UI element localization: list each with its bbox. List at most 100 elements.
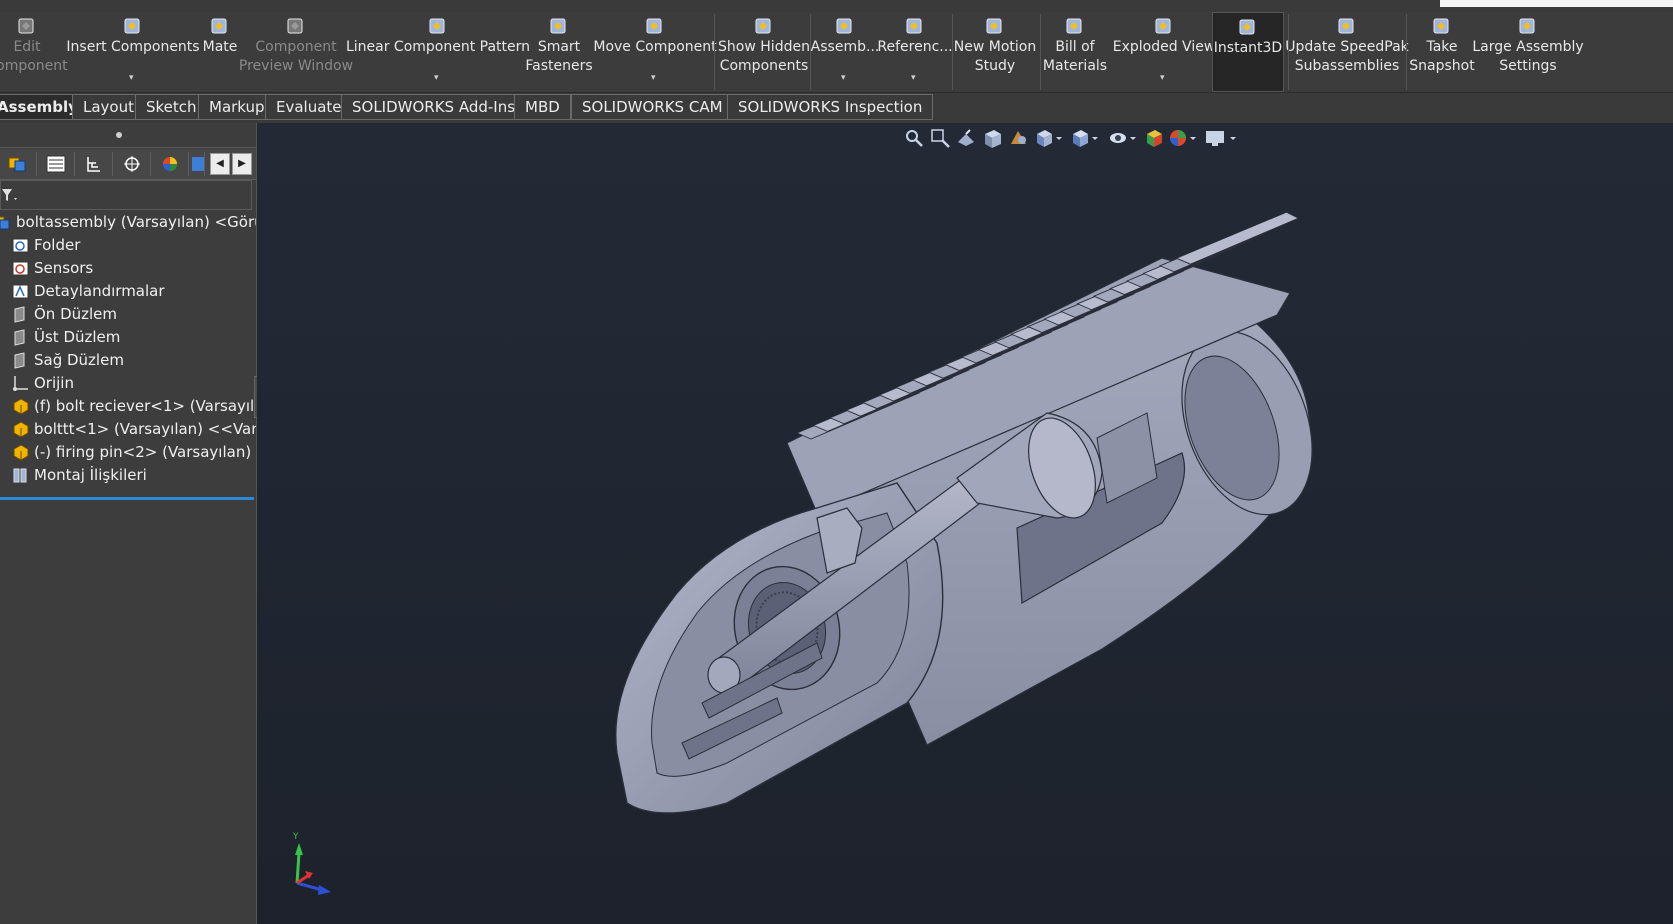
- tree-item[interactable]: Ön Düzlem: [0, 303, 256, 325]
- insert-components-icon: [124, 18, 140, 34]
- command-manager-tabs: Assembly Layout Sketch Markup Evaluate SOLIDW…: [0, 93, 1673, 123]
- part-icon: [13, 421, 29, 438]
- large-assembly-settings-icon: [1519, 18, 1535, 34]
- edit-component-icon: [18, 18, 34, 34]
- new-motion-study-label: New Motion Study: [953, 39, 1037, 74]
- tab-scroll-right-button[interactable]: ▶: [232, 153, 252, 175]
- panel-header: [0, 123, 256, 148]
- tree-filter-bar[interactable]: [0, 180, 252, 210]
- appearance-ball-icon: [163, 157, 177, 171]
- exploded-view-label: Exploded View: [1112, 39, 1216, 55]
- exploded-view-dropdown-icon[interactable]: ▾: [1160, 69, 1165, 88]
- tree-item[interactable]: Montaj İlişkileri: [0, 464, 256, 486]
- smart-fasteners-button[interactable]: Smart Fasteners: [525, 12, 593, 92]
- bill-of-materials-icon: [1066, 18, 1082, 34]
- tree-item[interactable]: Sensors: [0, 257, 256, 279]
- feature-manager-tab[interactable]: [0, 152, 37, 176]
- ribbon-separator: [810, 14, 811, 90]
- property-manager-tab[interactable]: [38, 152, 75, 176]
- rollback-bar[interactable]: [0, 497, 254, 500]
- tree-item[interactable]: Folder: [0, 234, 256, 256]
- component-preview-window-icon: [287, 18, 303, 34]
- linear-component-pattern-button[interactable]: Linear Component Pattern ▾: [346, 12, 530, 92]
- mate-icon: [211, 18, 227, 34]
- reference-geometry-dropdown-icon[interactable]: ▾: [911, 69, 916, 88]
- quick-access-toolbar[interactable]: [460, 0, 860, 8]
- new-motion-study-button[interactable]: New Motion Study: [954, 12, 1036, 92]
- assembly-features-dropdown-icon[interactable]: ▾: [841, 69, 846, 88]
- mate-button[interactable]: Mate: [200, 12, 240, 92]
- update-speedpak-button[interactable]: Update SpeedPak Subassemblies: [1285, 12, 1409, 92]
- tab-sketch[interactable]: Sketch: [135, 94, 208, 120]
- configuration-manager-tab[interactable]: [76, 152, 113, 176]
- tree-root-assembly[interactable]: boltassembly (Varsayılan) <Görüntü I: [0, 211, 256, 233]
- display-manager-tab[interactable]: [152, 152, 189, 176]
- component-preview-window-button[interactable]: Component Preview Window: [239, 12, 353, 92]
- ribbon-separator: [952, 14, 953, 90]
- tree-item-label: Montaj İlişkileri: [34, 466, 147, 484]
- tab-solidworks-add-ins[interactable]: SOLIDWORKS Add-Ins: [341, 94, 527, 120]
- linear-component-pattern-dropdown-icon[interactable]: ▾: [434, 69, 439, 88]
- reference-geometry-button[interactable]: Referenc... ▾: [877, 12, 953, 92]
- assembly-features-icon: [836, 18, 852, 34]
- tab-evaluate[interactable]: Evaluate: [265, 94, 353, 120]
- plane-icon: [14, 306, 25, 323]
- tab-solidworks-inspection[interactable]: SOLIDWORKS Inspection: [727, 94, 934, 120]
- tree-item[interactable]: Üst Düzlem: [0, 326, 256, 348]
- tab-mbd[interactable]: MBD: [514, 94, 571, 120]
- command-manager-ribbon: Edit ComponentInsert Components ▾ MateComp…: [0, 12, 1673, 93]
- tree-item[interactable]: bolttt<1> (Varsayılan) <<Varsayıl: [0, 418, 256, 440]
- bill-of-materials-button[interactable]: Bill of Materials: [1040, 12, 1110, 92]
- move-component-icon: [646, 18, 662, 34]
- large-assembly-settings-button[interactable]: Large Assembly Settings: [1472, 12, 1584, 92]
- take-snapshot-label: Take Snapshot: [1409, 39, 1475, 74]
- component-preview-window-label: Component Preview Window: [238, 39, 354, 74]
- tab-markup[interactable]: Markup: [198, 94, 276, 120]
- property-list-icon: [46, 155, 66, 173]
- sensors-icon: [12, 261, 29, 276]
- insert-components-label: Insert Components: [66, 39, 200, 55]
- assembly-features-label: Assemb...: [810, 39, 880, 55]
- reference-geometry-label: Referenc...: [877, 39, 953, 55]
- tree-item-label: Sağ Düzlem: [34, 351, 124, 369]
- show-hidden-components-button[interactable]: Show Hidden Components: [718, 12, 810, 92]
- part-icon: [13, 398, 29, 415]
- instant3d-icon: [1239, 19, 1255, 35]
- tree-item[interactable]: Sağ Düzlem: [0, 349, 256, 371]
- tree-item-label: Folder: [34, 236, 81, 254]
- assembly-features-button[interactable]: Assemb... ▾: [810, 12, 880, 92]
- folder-icon: [12, 238, 29, 253]
- linear-component-pattern-label: Linear Component Pattern: [345, 39, 531, 55]
- show-hidden-components-icon: [755, 18, 771, 34]
- tree-item-label: Ön Düzlem: [34, 305, 118, 323]
- bolt-assembly-model[interactable]: [257, 123, 1673, 924]
- linear-component-pattern-icon: [429, 18, 445, 34]
- dimxpert-manager-tab[interactable]: [114, 152, 151, 176]
- part-icon: [13, 444, 29, 461]
- show-hidden-components-label: Show Hidden Components: [718, 39, 810, 74]
- move-component-dropdown-icon[interactable]: ▾: [651, 69, 656, 88]
- tree-item[interactable]: (-) firing pin<2> (Varsayılan) <<V: [0, 441, 256, 463]
- exploded-view-button[interactable]: Exploded View ▾: [1112, 12, 1216, 92]
- tree-item-label: boltassembly (Varsayılan) <Görüntü I: [16, 213, 256, 231]
- tab-solidworks-cam[interactable]: SOLIDWORKS CAM: [571, 94, 734, 120]
- cam-tab[interactable]: [190, 152, 205, 176]
- search-box[interactable]: [1440, 0, 1673, 7]
- tree-item[interactable]: Detaylandırmalar: [0, 280, 256, 302]
- update-speedpak-label: Update SpeedPak Subassemblies: [1285, 39, 1409, 74]
- rail-tooth: [1175, 211, 1300, 265]
- move-component-button[interactable]: Move Component ▾: [593, 12, 717, 92]
- take-snapshot-button[interactable]: Take Snapshot: [1409, 12, 1475, 92]
- insert-components-button[interactable]: Insert Components ▾: [66, 12, 200, 92]
- graphics-area[interactable]: Y: [257, 123, 1673, 924]
- tree-item[interactable]: Orijin: [0, 372, 256, 394]
- tree-item[interactable]: (f) bolt reciever<1> (Varsayılan) <: [0, 395, 256, 417]
- bill-of-materials-label: Bill of Materials: [1042, 39, 1108, 74]
- edit-component-button[interactable]: Edit Component: [0, 12, 68, 92]
- collapse-handle-icon[interactable]: [116, 132, 122, 138]
- smart-fasteners-icon: [550, 18, 566, 34]
- instant3d-button[interactable]: Instant3D: [1212, 12, 1284, 92]
- tab-scroll-left-button[interactable]: ◀: [210, 153, 230, 175]
- tree-item-label: Sensors: [34, 259, 94, 277]
- insert-components-dropdown-icon[interactable]: ▾: [129, 69, 134, 88]
